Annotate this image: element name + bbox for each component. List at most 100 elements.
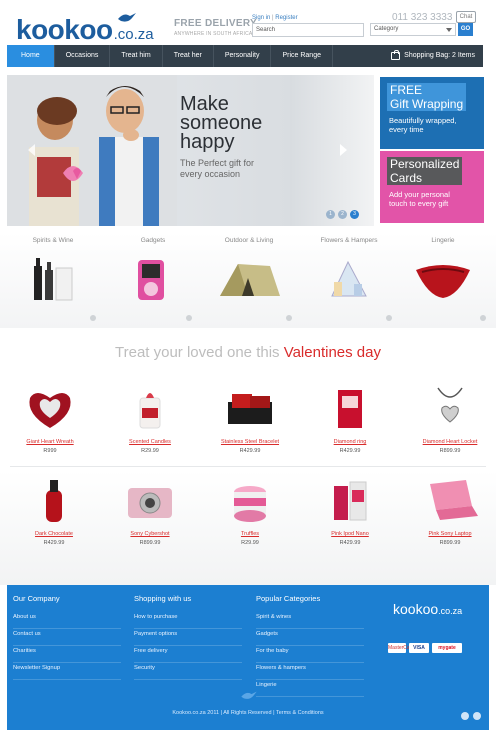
footer-link[interactable]: Gadgets (256, 629, 364, 646)
search-go-button[interactable]: GO (458, 23, 473, 36)
product-name[interactable]: Stainless Steel Bracelet (214, 439, 286, 445)
product-price: R429.99 (339, 448, 361, 454)
nav-item-personality[interactable]: Personality (214, 45, 272, 67)
footer-link[interactable]: Flowers & hampers (256, 663, 364, 680)
footer-logo[interactable]: kookoo.co.za (393, 601, 462, 617)
promo-text: Beautifully wrapped, every time (389, 116, 484, 134)
product-name[interactable]: Dark Chocolate (18, 531, 90, 537)
footer-link[interactable]: Newsletter Signup (13, 663, 121, 680)
promo-title-line: Gift Wrapping (390, 97, 464, 111)
category-nav-dot[interactable] (90, 315, 96, 321)
product-name[interactable]: Diamond Heart Locket (414, 439, 486, 445)
twitter-icon[interactable] (461, 712, 469, 720)
chevron-down-icon (446, 28, 452, 32)
category-nav-dot[interactable] (386, 315, 392, 321)
footer-logo-tld: .co.za (438, 606, 463, 616)
footer-column-shopping: Shopping with us How to purchase Payment… (134, 594, 242, 680)
facebook-icon[interactable] (473, 712, 481, 720)
promo-title-line: Cards (390, 171, 423, 185)
footer-column-categories: Popular Categories Spirit & wines Gadget… (256, 594, 364, 697)
footer-link[interactable]: For the baby (256, 646, 364, 663)
category-nav-dot[interactable] (480, 315, 486, 321)
category-nav-dot[interactable] (286, 315, 292, 321)
footer-link[interactable]: Contact us (13, 629, 121, 646)
category-spirits-wine[interactable]: Spirits & Wine (8, 232, 98, 307)
footer-link[interactable]: Security (134, 663, 242, 680)
hamper-image (331, 260, 367, 297)
headline-line: happy (180, 131, 235, 153)
register-link[interactable]: Register (275, 15, 297, 21)
product-card[interactable]: Pink Sony Laptop R899.99 (414, 476, 486, 546)
footer-column-title: Popular Categories (256, 594, 321, 603)
product-card[interactable]: Stainless Steel Bracelet R429.99 (214, 384, 286, 454)
product-card[interactable]: Dark Chocolate R429.99 (18, 476, 90, 546)
product-price: R29.99 (241, 540, 259, 546)
gift-wrapping-promo[interactable]: FREE Gift Wrapping Beautifully wrapped, … (380, 77, 484, 149)
arrow-right-icon[interactable] (340, 144, 347, 156)
nav-item-home[interactable]: Home (7, 45, 55, 67)
product-name[interactable]: Scented Candles (114, 439, 186, 445)
copyright-text: Kookoo.co.za 2011 (172, 710, 220, 716)
product-card[interactable]: Scented Candles R29.99 (114, 384, 186, 454)
slider-dot-active[interactable]: 3 (350, 210, 359, 219)
product-card[interactable]: Giant Heart Wreath R999 (14, 384, 86, 454)
product-card[interactable]: Diamond ring R429.99 (314, 384, 386, 454)
footer-link[interactable]: Charities (13, 646, 121, 663)
banner-subline: The Perfect gift for every occasion (180, 158, 254, 180)
footer-column-company: Our Company About us Contact us Charitie… (13, 594, 121, 680)
product-name[interactable]: Pink Sony Laptop (414, 531, 486, 537)
promo-title: Personalized Cards (387, 157, 463, 185)
slider-dot[interactable]: 2 (338, 210, 347, 219)
product-name[interactable]: Sony Cybershot (114, 531, 186, 537)
row-divider (10, 466, 486, 467)
nav-item-occasions[interactable]: Occasions (55, 45, 111, 67)
heart-wreath-image (29, 393, 71, 428)
product-card[interactable]: Diamond Heart Locket R899.99 (414, 384, 486, 454)
promo-text-line: every time (389, 125, 424, 134)
footer-link[interactable]: Free delivery (134, 646, 242, 663)
slider-dot[interactable]: 1 (326, 210, 335, 219)
phone-number: 011 323 3333 (392, 12, 453, 23)
product-card[interactable]: Sony Cybershot R899.99 (114, 476, 186, 546)
terms-link[interactable]: Terms & Conditions (276, 710, 324, 716)
promo-title-line: FREE (390, 83, 423, 97)
nav-item-treat-him[interactable]: Treat him (110, 45, 163, 67)
product-name[interactable]: Diamond ring (314, 439, 386, 445)
product-name[interactable]: Truffles (214, 531, 286, 537)
product-card[interactable]: Pink Ipod Nano R429.99 (314, 476, 386, 546)
footer-link[interactable]: How to purchase (134, 612, 242, 629)
ipod-image (138, 260, 164, 300)
product-card[interactable]: Truffles R29.99 (214, 476, 286, 546)
footer-link[interactable]: Payment options (134, 629, 242, 646)
valentines-heading-highlight: Valentines day (283, 344, 381, 361)
footer-link[interactable]: Spirit & wines (256, 612, 364, 629)
sign-in-link[interactable]: Sign in (252, 15, 270, 21)
footer-link[interactable]: About us (13, 612, 121, 629)
footer-separator: | (273, 710, 275, 716)
locket-image (437, 387, 463, 423)
chat-icon[interactable]: Chat (456, 11, 476, 23)
category-outdoor-living[interactable]: Outdoor & Living (204, 232, 294, 307)
promo-text-line: Add your personal (389, 190, 450, 199)
product-name[interactable]: Giant Heart Wreath (14, 439, 86, 445)
nav-item-treat-her[interactable]: Treat her (163, 45, 214, 67)
subline-line: The Perfect gift for (180, 158, 255, 168)
search-input[interactable]: Search (252, 23, 364, 37)
personalized-cards-promo[interactable]: Personalized Cards Add your personal tou… (380, 151, 484, 223)
shopping-bag-link[interactable]: Shopping Bag: 2 Items (391, 45, 475, 67)
footer-link[interactable]: Lingerie (256, 680, 364, 697)
chocolate-image (46, 480, 62, 522)
category-lingerie[interactable]: Lingerie (398, 232, 488, 307)
product-name[interactable]: Pink Ipod Nano (314, 531, 386, 537)
category-gadgets[interactable]: Gadgets (108, 232, 198, 307)
category-select[interactable]: Category (370, 23, 456, 36)
site-logo[interactable]: kookoo .co.za (16, 10, 154, 44)
category-label: Outdoor & Living (224, 237, 274, 244)
category-nav-dot[interactable] (186, 315, 192, 321)
wine-bottles-image (34, 258, 73, 301)
nav-item-price-range[interactable]: Price Range (271, 45, 333, 67)
arrow-left-icon[interactable] (28, 144, 35, 156)
bird-icon (118, 13, 136, 22)
category-flowers-hampers[interactable]: Flowers & Hampers (304, 232, 394, 307)
link-separator: | (272, 15, 274, 21)
